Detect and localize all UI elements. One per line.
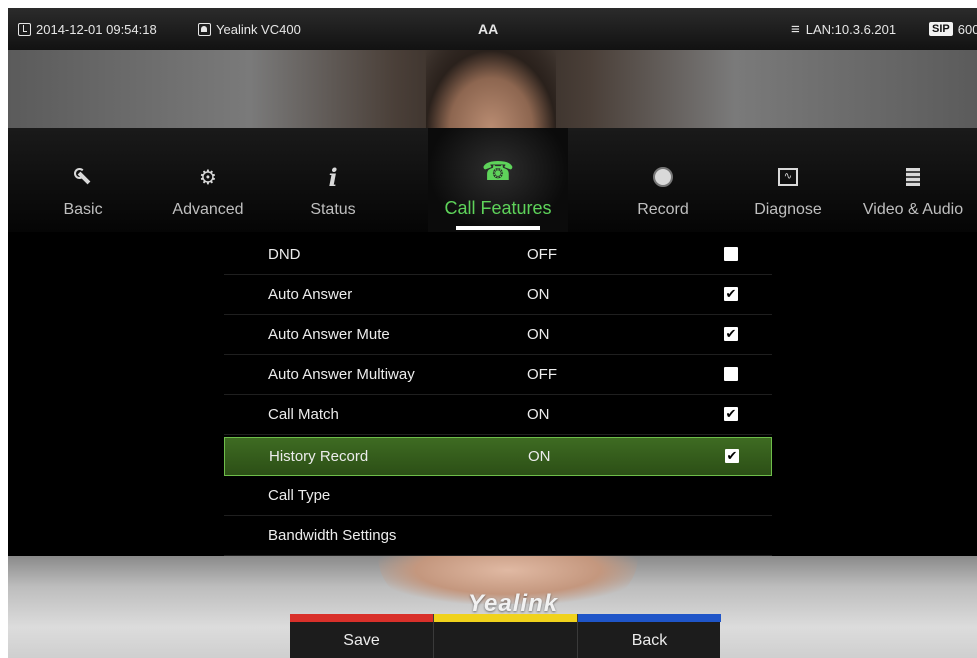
yellow-softkey[interactable]: [433, 614, 577, 658]
save-label: Save: [343, 632, 380, 649]
lan-text: LAN:10.3.6.201: [805, 21, 897, 37]
setting-checkbox[interactable]: ✔: [724, 327, 738, 341]
sip-display: SIP 6004: [929, 8, 977, 50]
wrench-icon: [74, 168, 92, 186]
setting-row-bandwidth-settings[interactable]: Bandwidth Settings: [224, 517, 772, 556]
setting-checkbox[interactable]: ✔: [724, 407, 738, 421]
tab-label: Advanced: [172, 201, 244, 218]
setting-value: ON: [527, 286, 550, 303]
back-label: Back: [631, 632, 668, 649]
setting-value: OFF: [527, 366, 557, 383]
tab-diagnose[interactable]: ∿ Diagnose: [733, 128, 843, 232]
tab-label: Diagnose: [754, 201, 822, 218]
setting-name: Call Type: [268, 487, 331, 504]
red-key-indicator: [290, 614, 433, 622]
datetime-text: 2014-12-01 09:54:18: [36, 21, 157, 37]
device-name-display: Yealink VC400: [198, 8, 301, 50]
info-icon: i: [328, 162, 338, 192]
network-icon: ≡: [791, 20, 800, 38]
tab-label: Basic: [63, 201, 103, 218]
settings-panel: DND OFF Auto Answer ON ✔ Auto Answer Mut…: [8, 232, 977, 556]
setting-row-auto-answer-multiway[interactable]: Auto Answer Multiway OFF: [224, 356, 772, 395]
person-head: [426, 50, 556, 128]
yellow-key-indicator: [434, 614, 577, 622]
datetime-display: 2014-12-01 09:54:18: [18, 8, 157, 50]
blue-key-indicator: [578, 614, 721, 622]
sip-account-text: 6004: [957, 21, 977, 37]
setting-row-call-type[interactable]: Call Type: [224, 477, 772, 516]
tab-status[interactable]: i Status: [278, 128, 388, 232]
device-icon: [198, 22, 211, 36]
setting-name: Bandwidth Settings: [268, 527, 397, 544]
setting-name: History Record: [269, 448, 369, 465]
font-size-icon: AA: [478, 21, 499, 37]
tab-call-features[interactable]: ☎ Call Features: [428, 128, 568, 232]
save-button[interactable]: Save: [290, 614, 433, 658]
screen: Yealink 2014-12-01 09:54:18 Yealink VC40…: [8, 8, 977, 658]
setting-row-call-match[interactable]: Call Match ON ✔: [224, 396, 772, 435]
setting-checkbox[interactable]: ✔: [724, 287, 738, 301]
setting-row-auto-answer-mute[interactable]: Auto Answer Mute ON ✔: [224, 316, 772, 355]
setting-name: Auto Answer: [268, 286, 353, 303]
setting-checkbox[interactable]: ✔: [725, 449, 739, 463]
video-audio-icon: [906, 168, 920, 186]
setting-row-history-record[interactable]: History Record ON ✔: [224, 437, 772, 476]
setting-name: Auto Answer Multiway: [268, 366, 415, 383]
diagnose-icon: ∿: [778, 168, 798, 186]
setting-name: DND: [268, 246, 301, 263]
tab-bar: Basic ⚙ Advanced i Status ☎ Call Feature…: [8, 128, 977, 232]
setting-checkbox[interactable]: [724, 247, 738, 261]
setting-row-auto-answer[interactable]: Auto Answer ON ✔: [224, 276, 772, 315]
setting-name: Call Match: [268, 406, 339, 423]
tab-label: Record: [637, 201, 689, 218]
tab-basic[interactable]: Basic: [28, 128, 138, 232]
status-bar: 2014-12-01 09:54:18 Yealink VC400 AA ≡ L…: [8, 8, 977, 50]
device-name-text: Yealink VC400: [216, 21, 301, 37]
gear-icon: ⚙: [199, 166, 217, 189]
clock-icon: [18, 22, 31, 36]
setting-name: Auto Answer Mute: [268, 326, 390, 343]
phone-settings-icon: ☎: [481, 155, 515, 186]
setting-checkbox[interactable]: [724, 367, 738, 381]
setting-value: ON: [527, 406, 550, 423]
active-tab-indicator: [456, 226, 540, 230]
back-button[interactable]: Back: [577, 614, 721, 658]
lan-display: ≡ LAN:10.3.6.201: [791, 8, 896, 50]
video-background-top: [8, 50, 977, 128]
softkey-bar: Save Back: [290, 614, 721, 658]
setting-value: ON: [528, 448, 551, 465]
tab-label: Video & Audio: [862, 201, 964, 218]
tab-advanced[interactable]: ⚙ Advanced: [153, 128, 263, 232]
record-icon: [653, 167, 673, 187]
setting-row-dnd[interactable]: DND OFF: [224, 236, 772, 275]
setting-value: OFF: [527, 246, 557, 263]
setting-value: ON: [527, 326, 550, 343]
tab-record[interactable]: Record: [608, 128, 718, 232]
tab-label: Call Features: [444, 198, 552, 218]
sip-badge: SIP: [929, 22, 953, 36]
tab-video-audio[interactable]: Video & Audio: [853, 128, 973, 232]
tab-label: Status: [310, 201, 356, 218]
